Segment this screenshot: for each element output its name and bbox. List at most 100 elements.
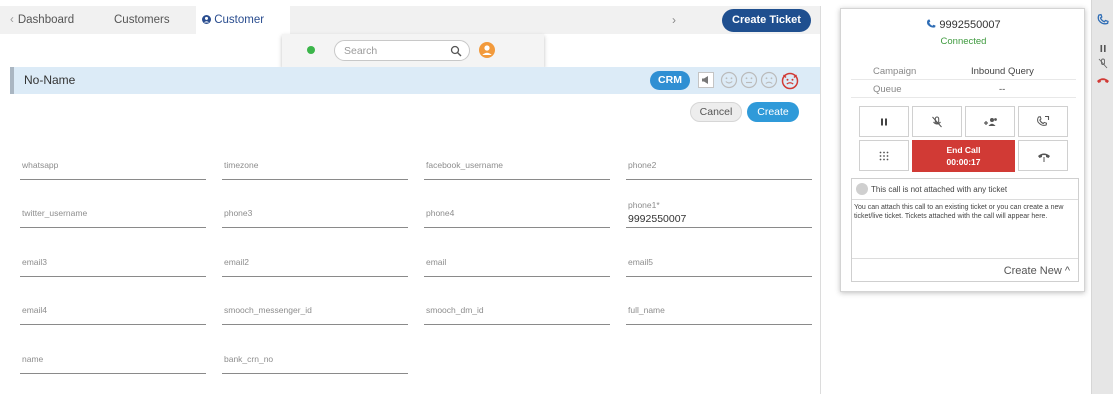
tab-customer[interactable]: Customer bbox=[196, 6, 290, 34]
notice-body: You can attach this call to an existing … bbox=[854, 204, 1064, 220]
tab-customers-label: Customers bbox=[114, 14, 170, 26]
create-ticket-button[interactable]: Create Ticket bbox=[722, 9, 811, 32]
create-new-button[interactable]: Create New ^ bbox=[1004, 265, 1070, 277]
field-label: phone4 bbox=[426, 208, 455, 218]
hold-button[interactable] bbox=[859, 106, 909, 137]
tab-customer-label: Customer bbox=[214, 14, 265, 26]
field-label: email5 bbox=[628, 257, 654, 267]
field-label: full_name bbox=[628, 305, 665, 315]
dialpad-icon bbox=[879, 151, 889, 161]
notice-footer: Create New ^ bbox=[852, 258, 1078, 282]
chevron-left-icon: ‹ bbox=[10, 14, 14, 26]
field-label: phone1* bbox=[628, 200, 660, 210]
field-email5[interactable]: email5 bbox=[626, 247, 812, 277]
pause-dock-icon[interactable] bbox=[1095, 42, 1111, 56]
chevron-right-icon[interactable]: › bbox=[672, 6, 676, 34]
field-phone4[interactable]: phone4 bbox=[424, 198, 610, 228]
user-circle-icon bbox=[202, 15, 211, 24]
field-name[interactable]: name bbox=[20, 344, 206, 374]
field-email3[interactable]: email3 bbox=[20, 247, 206, 277]
field-bank-crn-no[interactable]: bank_crn_no bbox=[222, 344, 408, 374]
field-label: phone3 bbox=[224, 208, 253, 218]
app-root: ‹ Dashboard Customers Customer › Create T… bbox=[0, 0, 1113, 394]
end-call-button[interactable]: End Call 00:00:17 bbox=[912, 140, 1015, 172]
hangup-dock-icon[interactable] bbox=[1095, 73, 1111, 87]
info-icon bbox=[856, 183, 868, 195]
create-button[interactable]: Create bbox=[747, 102, 799, 122]
field-label: email bbox=[426, 257, 447, 267]
queue-row: Queue -- bbox=[851, 82, 1076, 98]
field-value: 9992550007 bbox=[628, 213, 687, 225]
search-box[interactable] bbox=[334, 40, 470, 61]
field-label: email4 bbox=[22, 305, 48, 315]
mute-dock-icon[interactable] bbox=[1095, 57, 1111, 71]
tab-dashboard-label: Dashboard bbox=[17, 14, 75, 26]
field-timezone[interactable]: timezone bbox=[222, 150, 408, 180]
panel-divider bbox=[820, 6, 821, 394]
field-label: whatsapp bbox=[22, 160, 59, 170]
campaign-value: Inbound Query bbox=[971, 66, 1034, 77]
field-facebook-username[interactable]: facebook_username bbox=[424, 150, 610, 180]
field-email[interactable]: email bbox=[424, 247, 610, 277]
caller-phone: 9992550007 bbox=[841, 19, 1086, 31]
microphone-off-icon bbox=[932, 116, 942, 128]
contact-header: No-Name CRM bbox=[10, 67, 820, 94]
tab-bar: ‹ Dashboard Customers Customer › Create T… bbox=[0, 6, 820, 34]
sad-face-icon[interactable] bbox=[760, 71, 778, 89]
cancel-button[interactable]: Cancel bbox=[690, 102, 742, 122]
field-email2[interactable]: email2 bbox=[222, 247, 408, 277]
right-dock bbox=[1091, 0, 1113, 394]
pause-icon bbox=[881, 118, 887, 126]
campaign-label: Campaign bbox=[873, 66, 917, 77]
agent-avatar-icon[interactable] bbox=[479, 42, 495, 58]
call-transfer-icon bbox=[1037, 115, 1050, 126]
field-phone1[interactable]: phone1* 9992550007 bbox=[626, 198, 812, 228]
end-call-label: End Call bbox=[946, 145, 981, 155]
field-label: phone2 bbox=[628, 160, 657, 170]
call-status: Connected bbox=[940, 36, 987, 47]
conference-button[interactable] bbox=[965, 106, 1015, 137]
field-full-name[interactable]: full_name bbox=[626, 295, 812, 325]
field-label: email2 bbox=[224, 257, 250, 267]
caller-phone-number: 9992550007 bbox=[939, 19, 1001, 31]
call-timer: 00:00:17 bbox=[946, 157, 981, 167]
online-status-dot[interactable] bbox=[307, 46, 315, 54]
queue-value: -- bbox=[999, 84, 1006, 95]
search-popup bbox=[282, 34, 544, 67]
dialpad-button[interactable] bbox=[859, 140, 909, 171]
search-icon[interactable] bbox=[450, 45, 462, 57]
megaphone-icon[interactable] bbox=[698, 72, 714, 88]
happy-face-icon[interactable] bbox=[720, 71, 738, 89]
field-label: bank_crn_no bbox=[224, 354, 274, 364]
phone-dock-icon[interactable] bbox=[1095, 13, 1111, 27]
campaign-row: Campaign Inbound Query bbox=[851, 64, 1076, 80]
angry-face-icon[interactable] bbox=[780, 70, 800, 90]
crm-button[interactable]: CRM bbox=[650, 71, 690, 90]
neutral-face-icon[interactable] bbox=[740, 71, 758, 89]
contact-name: No-Name bbox=[24, 73, 76, 87]
notice-title: This call is not attached with any ticke… bbox=[871, 185, 1008, 194]
field-label: twitter_username bbox=[22, 208, 88, 218]
call-panel: 9992550007 Connected Campaign Inbound Qu… bbox=[840, 8, 1085, 292]
field-label: timezone bbox=[224, 160, 259, 170]
tab-customers[interactable]: Customers bbox=[114, 6, 170, 34]
field-whatsapp[interactable]: whatsapp bbox=[20, 150, 206, 180]
field-phone3[interactable]: phone3 bbox=[222, 198, 408, 228]
disposition-button[interactable] bbox=[1018, 140, 1068, 171]
field-phone2[interactable]: phone2 bbox=[626, 150, 812, 180]
search-input[interactable] bbox=[344, 44, 444, 58]
phone-icon bbox=[927, 19, 936, 28]
add-participant-icon bbox=[984, 118, 997, 126]
notice-header: This call is not attached with any ticke… bbox=[852, 179, 1078, 200]
field-smooch-messenger-id[interactable]: smooch_messenger_id bbox=[222, 295, 408, 325]
field-smooch-dm-id[interactable]: smooch_dm_id bbox=[424, 295, 610, 325]
transfer-button[interactable] bbox=[1018, 106, 1068, 137]
field-twitter-username[interactable]: twitter_username bbox=[20, 198, 206, 228]
field-label: smooch_dm_id bbox=[426, 305, 484, 315]
ticket-notice: This call is not attached with any ticke… bbox=[851, 178, 1079, 282]
field-label: email3 bbox=[22, 257, 48, 267]
field-email4[interactable]: email4 bbox=[20, 295, 206, 325]
field-label: facebook_username bbox=[426, 160, 504, 170]
mute-button[interactable] bbox=[912, 106, 962, 137]
tab-dashboard[interactable]: ‹ Dashboard bbox=[10, 6, 74, 34]
